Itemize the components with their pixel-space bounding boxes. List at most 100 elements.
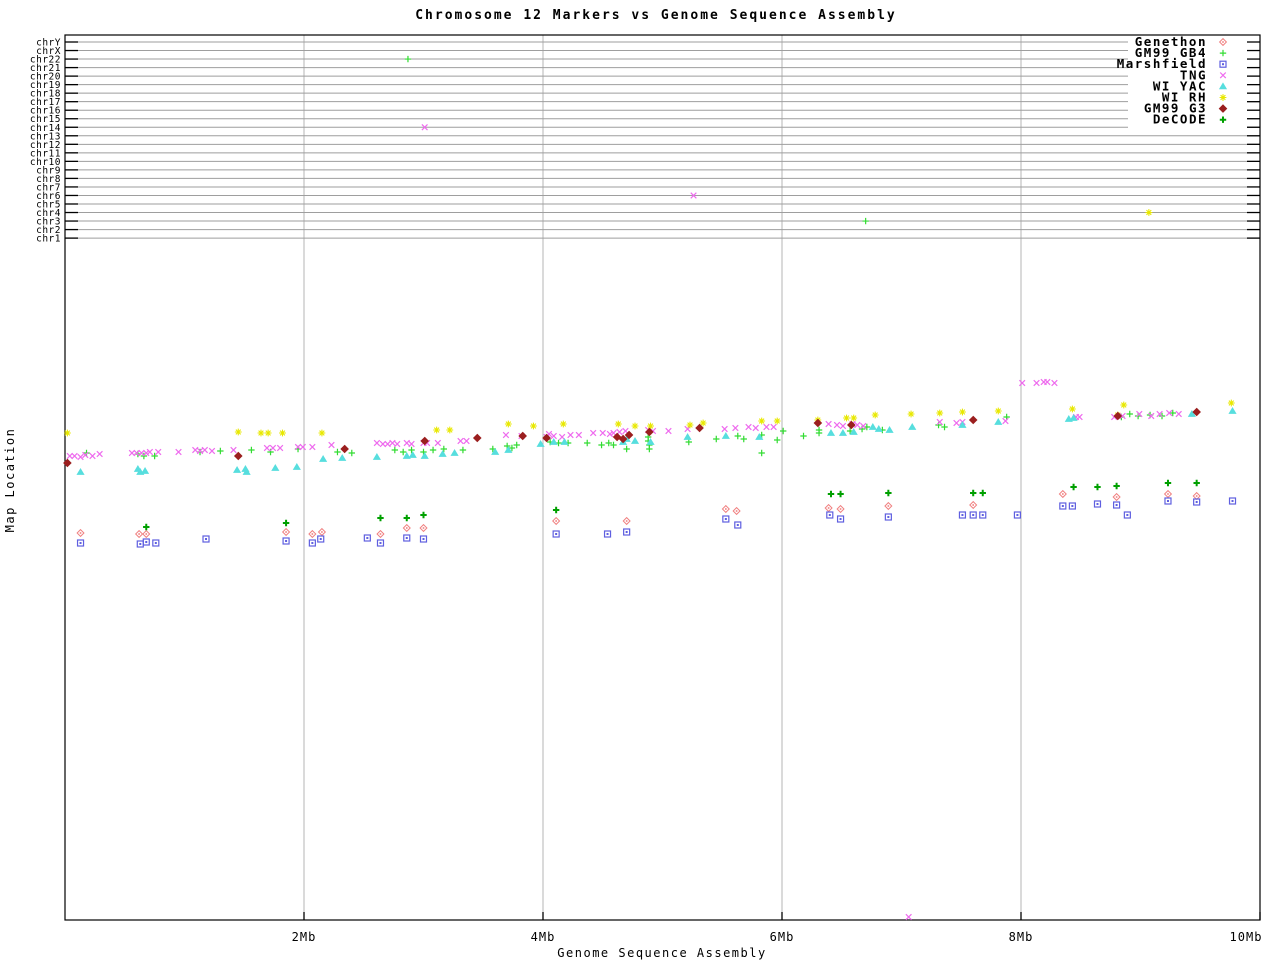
- data-point: [338, 454, 347, 461]
- data-point: [936, 418, 943, 426]
- data-point: [1193, 479, 1200, 487]
- data-point: [96, 450, 103, 458]
- data-point: [1145, 209, 1153, 216]
- data-point: [1113, 482, 1120, 490]
- data-point: [905, 913, 912, 921]
- chromosome-row: chr17: [30, 97, 1260, 108]
- data-point: [403, 439, 410, 447]
- chromosome-row: chr7: [36, 182, 1260, 193]
- data-point: [134, 529, 144, 539]
- data-point: [1018, 379, 1026, 387]
- data-point: [979, 489, 986, 497]
- x-axis-ticks: 2Mb 4Mb 6Mb 8Mb 10Mb: [292, 912, 1261, 944]
- data-point: [721, 432, 730, 439]
- plot-title: Chromosome 12 Markers vs Genome Sequence…: [415, 8, 897, 23]
- data-point: [885, 426, 894, 433]
- data-point: [614, 420, 622, 428]
- data-point: [399, 448, 407, 456]
- data-point: [136, 540, 144, 548]
- data-point: [513, 441, 520, 449]
- data-point: [542, 433, 551, 443]
- y-axis-label: Map Location: [3, 428, 17, 533]
- data-point: [623, 445, 630, 453]
- data-point: [683, 433, 692, 440]
- data-point: [837, 490, 844, 498]
- plot-border: [64, 34, 1261, 921]
- data-point: [1070, 483, 1077, 491]
- data-point: [969, 500, 978, 510]
- data-point: [384, 440, 391, 448]
- series-wi-rh: [63, 209, 1235, 437]
- x-tick-label: 2Mb: [292, 930, 317, 944]
- chromosome-row: chr15: [30, 114, 1260, 125]
- data-point: [722, 515, 730, 523]
- data-point: [376, 529, 385, 539]
- data-point: [560, 438, 569, 445]
- data-point: [208, 447, 216, 455]
- data-point: [721, 504, 730, 514]
- data-point: [1002, 417, 1009, 425]
- data-point: [1163, 489, 1173, 499]
- data-point: [623, 528, 631, 536]
- data-point: [248, 446, 255, 454]
- data-point: [732, 506, 741, 516]
- chromosome-row: chr4: [36, 208, 1260, 219]
- data-point: [66, 452, 74, 460]
- data-point: [1228, 407, 1237, 414]
- data-point: [800, 432, 807, 440]
- data-point: [763, 423, 770, 431]
- data-point: [420, 511, 427, 519]
- data-point: [958, 511, 967, 519]
- data-point: [752, 424, 759, 432]
- data-point: [584, 439, 591, 447]
- data-point: [968, 415, 978, 425]
- data-point: [282, 519, 290, 527]
- data-point: [970, 489, 977, 497]
- data-point: [308, 539, 316, 547]
- data-point: [438, 450, 447, 457]
- data-point: [202, 535, 210, 543]
- data-point: [908, 423, 917, 430]
- data-point: [257, 429, 265, 437]
- data-point: [340, 444, 349, 454]
- data-point: [440, 445, 448, 453]
- data-point: [734, 432, 741, 440]
- data-point: [552, 516, 561, 526]
- legend: GenethonGM99 GB4MarshfieldTNGWI YACWI RH…: [1117, 34, 1247, 128]
- gridlines: [303, 35, 1022, 920]
- data-point: [1112, 501, 1121, 509]
- data-point: [234, 428, 242, 436]
- data-point: [758, 449, 765, 457]
- data-point: [71, 452, 78, 460]
- data-point: [631, 422, 639, 430]
- data-point: [372, 453, 381, 460]
- chromosome-row: chr9: [36, 165, 1260, 176]
- data-point: [269, 444, 277, 452]
- data-point: [1051, 379, 1058, 387]
- data-point: [1148, 412, 1155, 420]
- data-point: [552, 506, 560, 514]
- data-point: [862, 217, 869, 225]
- data-point: [419, 523, 428, 533]
- data-point: [143, 523, 150, 531]
- data-point: [292, 463, 301, 470]
- data-point: [953, 419, 960, 427]
- data-point: [825, 420, 832, 428]
- data-point: [1228, 497, 1237, 505]
- data-point: [433, 426, 441, 434]
- data-point: [363, 534, 371, 542]
- data-point: [1120, 401, 1128, 409]
- chromosome-row: chr16: [30, 106, 1260, 117]
- data-point: [589, 429, 597, 437]
- data-point: [849, 428, 858, 435]
- series-points: [63, 55, 1237, 921]
- data-point: [419, 535, 428, 543]
- data-point: [994, 407, 1002, 415]
- data-point: [404, 55, 412, 63]
- chromosome-row: chrX: [36, 46, 1260, 57]
- data-point: [740, 435, 747, 443]
- data-point: [518, 431, 527, 441]
- data-point: [154, 448, 162, 456]
- data-point: [843, 414, 850, 422]
- data-point: [1169, 409, 1176, 417]
